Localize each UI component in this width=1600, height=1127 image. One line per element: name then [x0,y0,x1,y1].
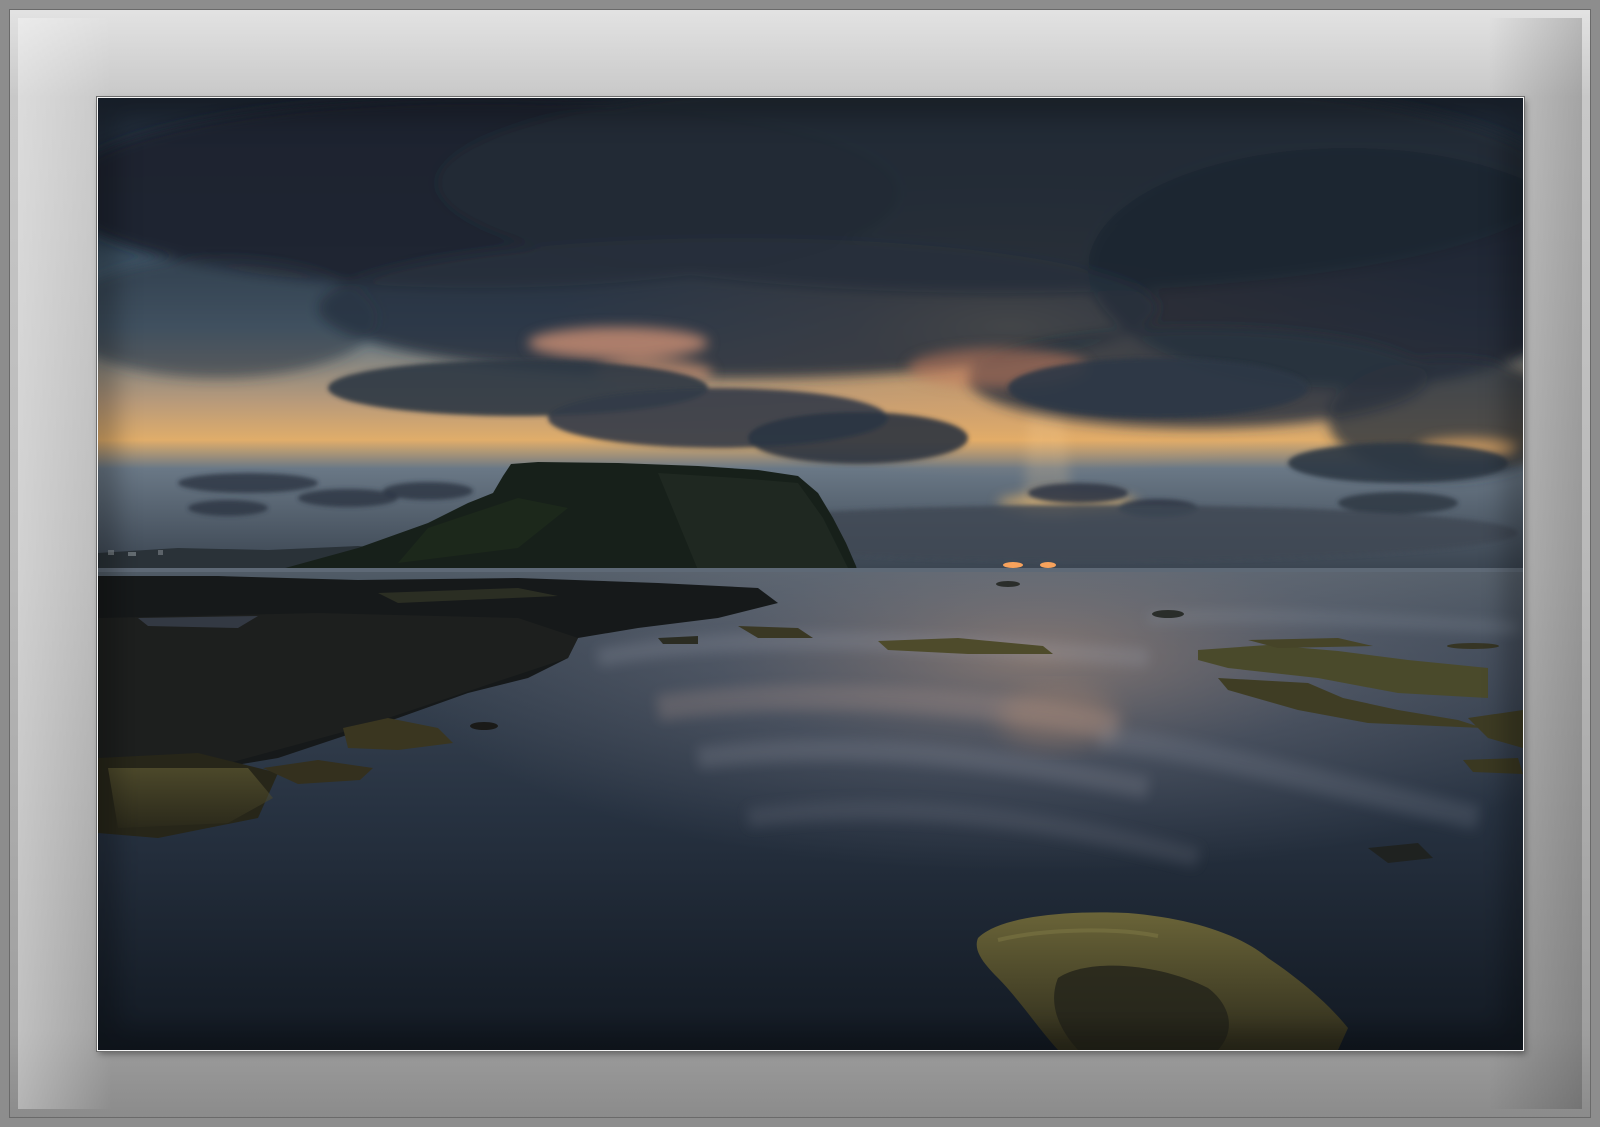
landscape-photo-canvas [98,98,1523,1050]
landscape-photo [97,97,1524,1051]
picture-frame-mat [0,0,1600,1127]
